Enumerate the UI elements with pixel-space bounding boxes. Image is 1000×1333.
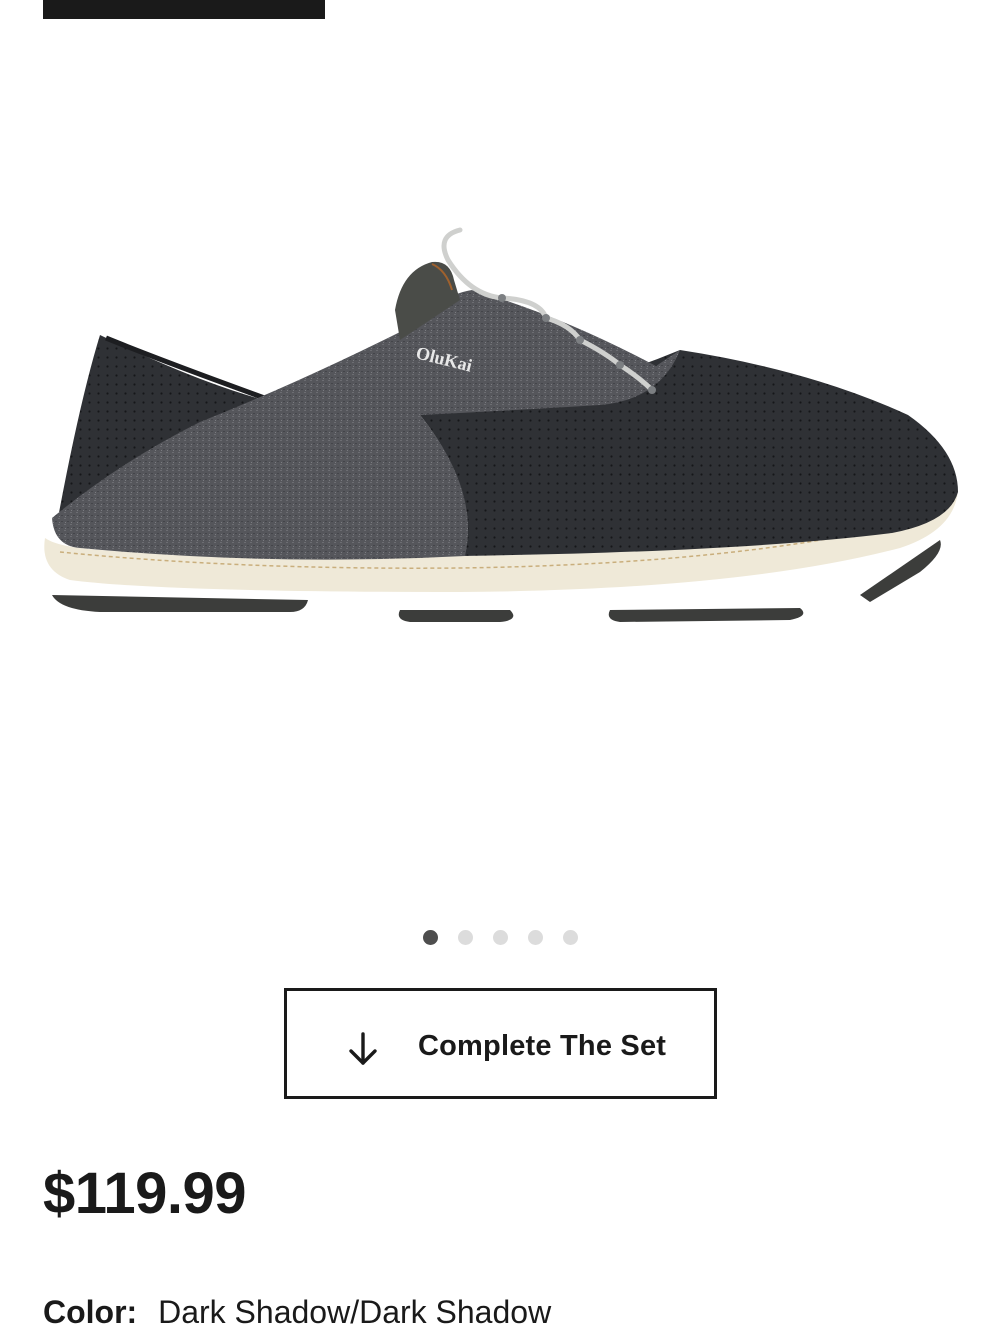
header-bar-fragment xyxy=(43,0,325,19)
shoe-illustration: OluKai xyxy=(44,227,959,622)
carousel-dot-3[interactable] xyxy=(492,930,508,945)
image-carousel-indicators xyxy=(0,930,1000,946)
carousel-dot-2[interactable] xyxy=(457,930,473,945)
carousel-dot-5[interactable] xyxy=(562,930,578,945)
color-selection: Color: Dark Shadow/Dark Shadow xyxy=(43,1294,551,1331)
product-price: $119.99 xyxy=(43,1161,246,1226)
complete-the-set-label: Complete The Set xyxy=(418,1030,667,1062)
arrow-down-icon xyxy=(349,1032,377,1065)
carousel-dot-1[interactable] xyxy=(422,930,438,945)
product-image[interactable]: OluKai xyxy=(40,200,970,650)
color-label: Color: xyxy=(43,1294,138,1330)
color-value: Dark Shadow/Dark Shadow xyxy=(158,1294,552,1330)
complete-the-set-button[interactable]: Complete The Set xyxy=(284,988,717,1099)
carousel-dot-4[interactable] xyxy=(527,930,543,945)
